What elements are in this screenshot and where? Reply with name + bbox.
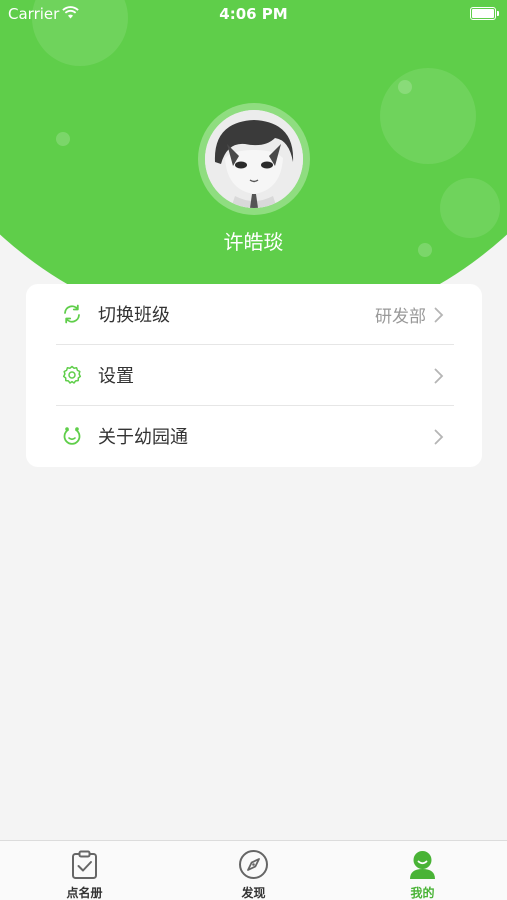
menu-item-value: 研发部 (375, 307, 426, 327)
decor-bubble (398, 80, 412, 94)
menu-item-settings[interactable]: 设置 (26, 345, 482, 406)
tab-bar: 点名册 发现 我的 (0, 840, 507, 900)
avatar[interactable] (205, 110, 303, 208)
avatar-ring (198, 103, 310, 215)
tab-mine[interactable]: 我的 (338, 841, 507, 900)
menu-item-label: 切换班级 (98, 305, 170, 326)
user-icon (407, 849, 438, 880)
status-bar: Carrier 4:06 PM (0, 0, 507, 30)
menu-item-about[interactable]: 关于幼园通 (26, 406, 482, 467)
menu-item-label: 设置 (98, 366, 134, 387)
menu-item-switch-class[interactable]: 切换班级 研发部 (26, 284, 482, 345)
clipboard-check-icon (69, 849, 100, 880)
compass-icon (238, 849, 269, 880)
gear-icon (62, 365, 82, 385)
profile-name: 许皓琰 (223, 230, 284, 254)
decor-bubble (56, 132, 70, 146)
chevron-right-icon (434, 429, 444, 445)
menu-card: 切换班级 研发部 设置 关于幼园通 (26, 284, 482, 467)
tab-label: 点名册 (66, 886, 103, 900)
about-icon (62, 426, 82, 446)
status-time: 4:06 PM (219, 5, 288, 23)
battery-icon (470, 7, 499, 20)
menu-item-label: 关于幼园通 (98, 427, 188, 448)
chevron-right-icon (434, 307, 444, 323)
decor-bubble (380, 68, 476, 164)
tab-label: 我的 (410, 886, 435, 900)
tab-discover[interactable]: 发现 (169, 841, 338, 900)
tab-label: 发现 (241, 886, 266, 900)
refresh-icon (62, 304, 82, 324)
chevron-right-icon (434, 368, 444, 384)
tab-roll-call[interactable]: 点名册 (0, 841, 169, 900)
